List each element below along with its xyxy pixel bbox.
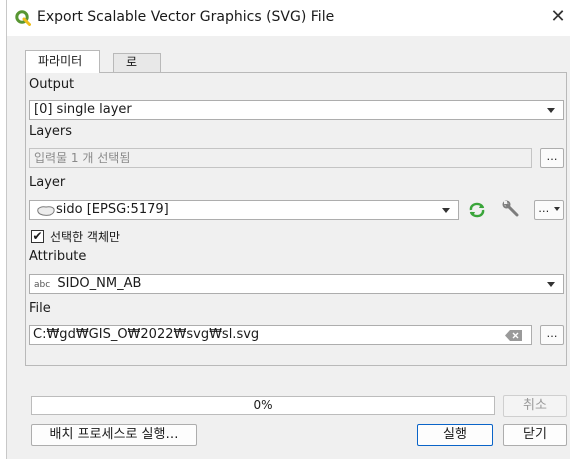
output-label: Output bbox=[29, 77, 75, 92]
text-field-type-icon: abc bbox=[34, 280, 51, 290]
attribute-select[interactable]: abc SIDO_NM_AB bbox=[29, 274, 564, 294]
layers-browse-button[interactable]: … bbox=[540, 148, 564, 168]
layer-select-value: sido [EPSG:5179] bbox=[56, 202, 169, 217]
output-select-value: [0] single layer bbox=[34, 102, 132, 117]
file-path-input[interactable]: C:₩gd₩GIS_O₩2022₩svg₩sl.svg bbox=[29, 325, 532, 345]
attribute-select-value: SIDO_NM_AB bbox=[57, 276, 142, 291]
tab-parameters[interactable]: 파라미터 bbox=[25, 50, 100, 73]
polygon-layer-icon bbox=[37, 206, 55, 216]
layer-select[interactable]: sido [EPSG:5179] bbox=[29, 200, 459, 220]
file-browse-button[interactable]: … bbox=[540, 325, 564, 345]
chevron-down-icon bbox=[547, 282, 555, 287]
iterate-icon[interactable] bbox=[468, 202, 486, 218]
attribute-label: Attribute bbox=[29, 249, 87, 264]
close-icon[interactable]: ✕ bbox=[547, 4, 569, 30]
chevron-down-icon bbox=[442, 208, 450, 213]
dialog-window: Export Scalable Vector Graphics (SVG) Fi… bbox=[6, 0, 570, 459]
run-as-batch-button[interactable]: 배치 프로세스로 실행… bbox=[31, 424, 197, 446]
window-title: Export Scalable Vector Graphics (SVG) Fi… bbox=[37, 9, 335, 25]
layer-options-label: … bbox=[538, 202, 550, 215]
cancel-button[interactable]: 취소 bbox=[503, 395, 567, 417]
close-button[interactable]: 닫기 bbox=[503, 424, 567, 446]
file-label: File bbox=[29, 301, 51, 316]
layer-label: Layer bbox=[29, 175, 66, 190]
layers-label: Layers bbox=[29, 124, 73, 139]
chevron-down-icon bbox=[553, 207, 560, 211]
output-select[interactable]: [0] single layer bbox=[29, 100, 564, 120]
chevron-down-icon bbox=[547, 108, 555, 113]
selected-only-checkbox[interactable]: ✔ bbox=[31, 230, 44, 243]
run-button[interactable]: 실행 bbox=[417, 424, 493, 446]
progress-bar: 0% bbox=[31, 396, 495, 415]
title-bar[interactable]: Export Scalable Vector Graphics (SVG) Fi… bbox=[7, 0, 570, 36]
file-path-value: C:₩gd₩GIS_O₩2022₩svg₩sl.svg bbox=[33, 327, 260, 342]
layers-field: 입력물 1 개 선택됨 bbox=[29, 148, 532, 168]
qgis-logo-icon bbox=[15, 10, 31, 26]
parameters-panel: Output [0] single layer Layers 입력물 1 개 선… bbox=[25, 72, 567, 366]
tab-log[interactable]: 로그 bbox=[113, 53, 161, 86]
clear-icon[interactable] bbox=[505, 330, 523, 341]
selected-only-label[interactable]: 선택한 객체만 bbox=[50, 228, 120, 245]
layer-options-button[interactable]: … bbox=[534, 200, 564, 220]
wrench-icon[interactable] bbox=[502, 200, 522, 220]
